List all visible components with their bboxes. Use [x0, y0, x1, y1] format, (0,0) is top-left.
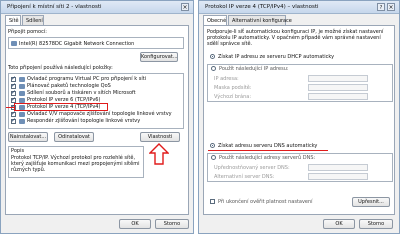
- validate-label: Při ukončení ověřit platnost nastavení: [218, 199, 313, 205]
- close-icon[interactable]: ×: [387, 3, 395, 11]
- install-button[interactable]: Nainstalovat...: [8, 132, 48, 142]
- list-item[interactable]: Respondér zjišťování topologie linkové v…: [11, 117, 151, 125]
- advanced-button[interactable]: Upřesnit...: [352, 197, 390, 207]
- help-icon[interactable]: ?: [377, 3, 385, 11]
- manual-dns-radio[interactable]: [211, 155, 216, 160]
- cancel-button[interactable]: Storno: [155, 219, 189, 229]
- connect-using-label: Připojit pomocí:: [8, 29, 47, 35]
- window-title: Protokol IP verze 4 (TCP/IPv4) – vlastno…: [205, 4, 319, 10]
- general-panel: Podporuje-li síť automatickou konfigurac…: [203, 25, 395, 215]
- list-item[interactable]: Ovladač V/V mapovače zjišťování topologi…: [11, 110, 172, 118]
- ok-button[interactable]: OK: [119, 219, 151, 229]
- configure-button[interactable]: Konfigurovat...: [140, 52, 178, 62]
- adapter-box: Intel(R) 82578DC Gigabit Network Connect…: [8, 37, 184, 49]
- networking-panel: Připojit pomocí: Intel(R) 82578DC Gigabi…: [5, 25, 189, 215]
- ipv4-highlight-box: [14, 103, 108, 111]
- items-label: Toto připojení používá následující polož…: [8, 65, 113, 71]
- window-title: Připojení k místní síti 2 - vlastnosti: [7, 4, 102, 10]
- pointer-arrow-icon: [149, 143, 169, 165]
- auto-dns-label: Získat adresu serveru DNS automaticky: [218, 143, 318, 149]
- auto-ip-radio[interactable]: [210, 54, 215, 59]
- auto-dns-radio[interactable]: [210, 143, 215, 148]
- manual-ip-label: Použít následující IP adresu:: [219, 66, 289, 72]
- alternate-dns-field[interactable]: [308, 173, 368, 180]
- description-label: Popis: [11, 148, 25, 154]
- item-icon: [19, 84, 25, 89]
- gateway-label: Výchozí brána:: [214, 94, 252, 100]
- manual-ip-group: Použít následující IP adresu: IP adresa:…: [207, 64, 393, 102]
- description-group: Popis Protokol TCP/IP. Výchozí protokol …: [8, 146, 144, 178]
- manual-dns-label: Použít následující adresy serverů DNS:: [219, 155, 316, 161]
- preferred-dns-field[interactable]: [308, 164, 368, 171]
- title-bar: Protokol IP verze 4 (TCP/IPv4) – vlastno…: [199, 1, 399, 14]
- subnet-label: Maska podsítě:: [214, 85, 252, 91]
- ok-button[interactable]: OK: [323, 219, 355, 229]
- item-icon: [19, 77, 25, 82]
- items-list[interactable]: Ovladač programu Virtual PC pro připojen…: [8, 73, 184, 129]
- list-item[interactable]: Sdílení souborů a tiskáren v sítích Micr…: [11, 89, 151, 97]
- validate-checkbox[interactable]: [210, 199, 215, 204]
- ipv4-highlight-arrow: [6, 107, 15, 108]
- preferred-dns-label: Upřednostňovaný server DNS:: [214, 165, 290, 171]
- uninstall-button[interactable]: Odinstalovat: [54, 132, 94, 142]
- ip-address-field[interactable]: [308, 75, 368, 82]
- close-icon[interactable]: ×: [181, 3, 189, 11]
- network-adapter-icon: [11, 41, 17, 46]
- subnet-field[interactable]: [308, 84, 368, 91]
- adapter-name: Intel(R) 82578DC Gigabit Network Connect…: [19, 41, 135, 47]
- properties-button[interactable]: Vlastnosti: [140, 132, 180, 142]
- list-item[interactable]: Plánovač paketů technologie QoS: [11, 82, 151, 90]
- description-text: Protokol TCP/IP. Výchozí protokol pro ro…: [11, 155, 140, 173]
- tab-sharing[interactable]: Sdílení: [22, 15, 44, 25]
- gateway-field[interactable]: [308, 93, 368, 100]
- manual-dns-group: Použít následující adresy serverů DNS: U…: [207, 153, 393, 182]
- item-icon: [19, 91, 25, 96]
- alternate-dns-label: Alternativní server DNS:: [214, 174, 275, 180]
- ipv4-properties-window: Protokol IP verze 4 (TCP/IPv4) – vlastno…: [198, 0, 400, 234]
- auto-dns-highlight-line: [208, 150, 328, 151]
- intro-text: Podporuje-li síť automatickou konfigurac…: [207, 29, 384, 47]
- list-item[interactable]: Ovladač programu Virtual PC pro připojen…: [11, 75, 151, 83]
- cancel-button[interactable]: Storno: [359, 219, 393, 229]
- auto-ip-label: Získat IP adresu ze serveru DHCP automat…: [218, 54, 335, 60]
- item-icon: [19, 112, 25, 117]
- manual-ip-radio[interactable]: [211, 66, 216, 71]
- item-checkbox[interactable]: [11, 117, 16, 124]
- tab-alternate-configuration[interactable]: Alternativní konfigurace: [228, 15, 292, 25]
- ip-address-label: IP adresa:: [214, 76, 239, 82]
- adapter-properties-window: Připojení k místní síti 2 - vlastnosti ×…: [0, 0, 194, 234]
- title-bar: Připojení k místní síti 2 - vlastnosti ×: [1, 1, 193, 14]
- item-icon: [19, 119, 25, 124]
